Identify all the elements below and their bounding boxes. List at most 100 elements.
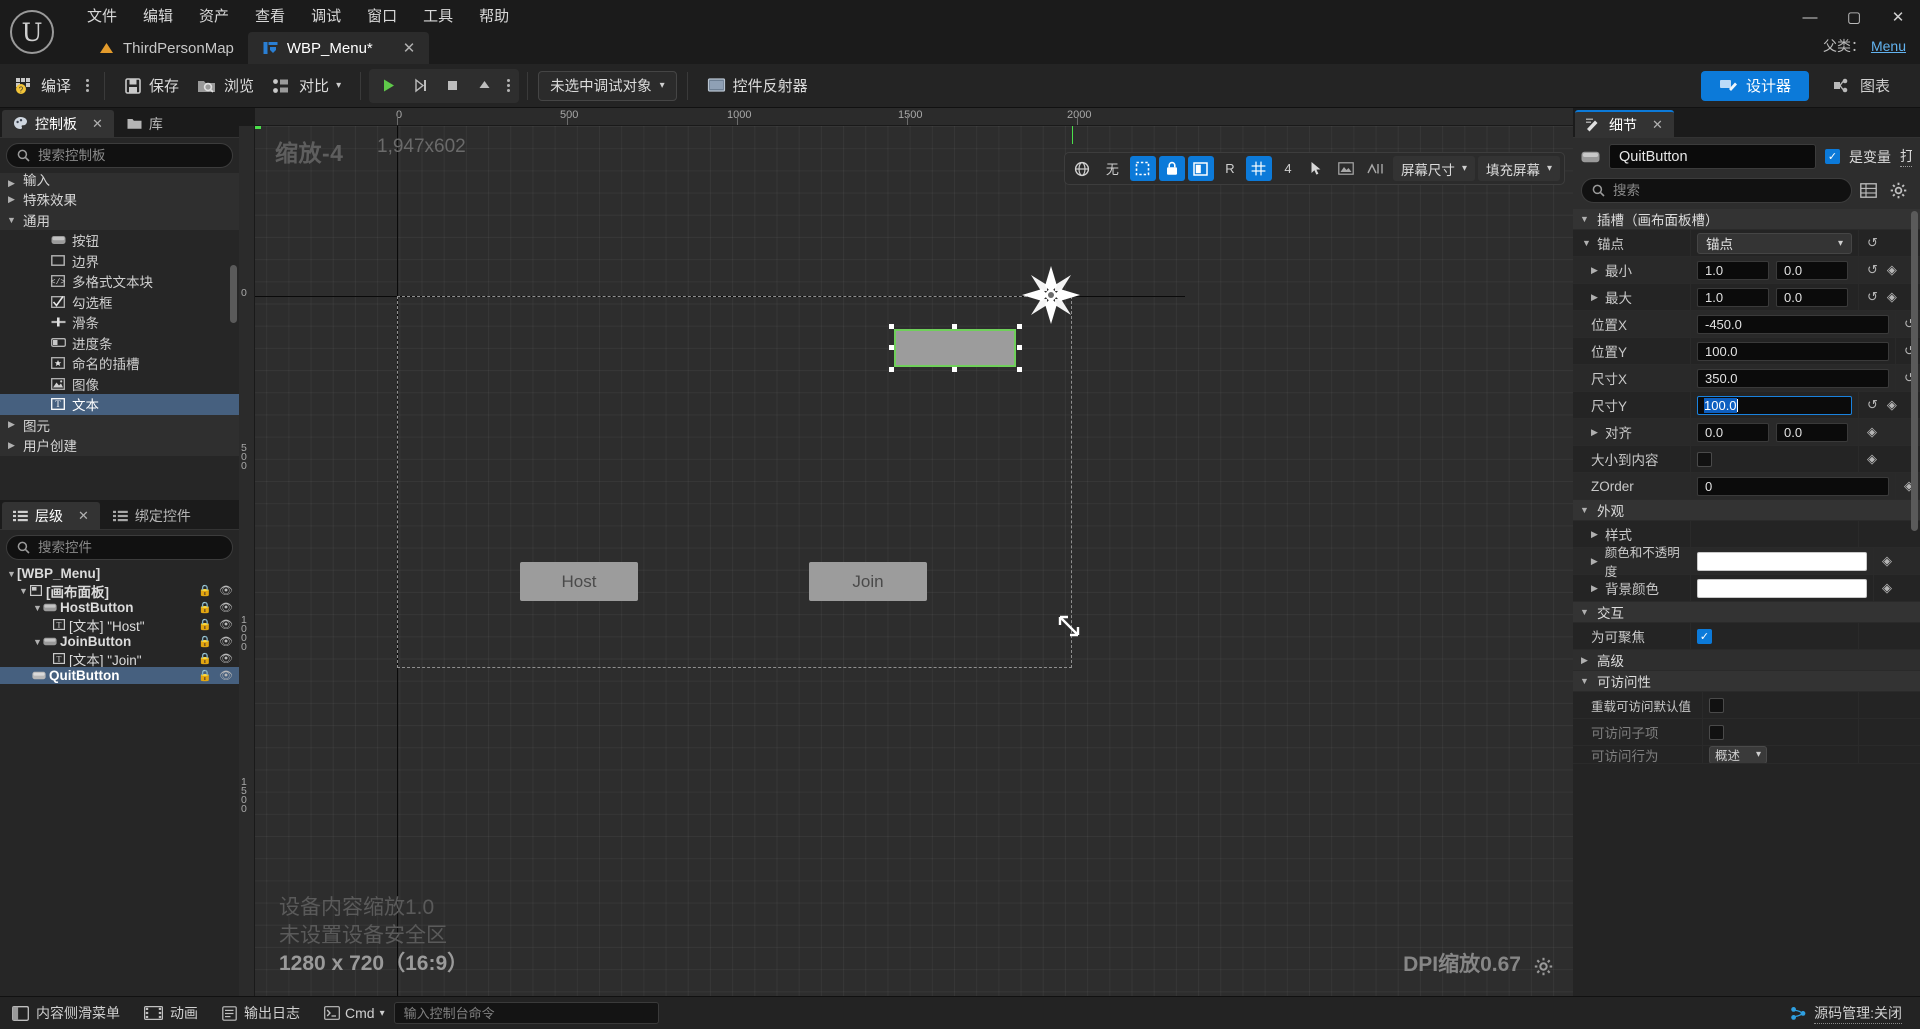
canvas-widget-join-button[interactable]: Join: [809, 562, 927, 601]
graph-mode-button[interactable]: 图表: [1815, 71, 1908, 101]
stop-button[interactable]: [437, 71, 467, 101]
details-section-appearance[interactable]: ▼ 外观: [1573, 500, 1920, 521]
tree-node-join-text[interactable]: T [文本] "Join" 🔒 👁: [0, 650, 239, 668]
bind-icon[interactable]: ◈: [1887, 262, 1897, 278]
menu-item-window[interactable]: 窗口: [354, 2, 410, 29]
browse-button[interactable]: 浏览: [188, 69, 263, 103]
fill-screen-dropdown[interactable]: 填充屏幕 ▾: [1477, 156, 1560, 181]
bind-icon[interactable]: ◈: [1867, 424, 1877, 440]
close-icon[interactable]: ✕: [1652, 117, 1663, 133]
tree-node-wbp-menu[interactable]: ▼ [WBP_Menu]: [0, 565, 239, 582]
palette-search-box[interactable]: [6, 143, 233, 168]
resize-handle-tc[interactable]: [952, 324, 957, 329]
console-command-input[interactable]: [393, 1002, 659, 1024]
minimize-button[interactable]: —: [1788, 0, 1832, 34]
resize-handle-br[interactable]: [1017, 367, 1022, 372]
parent-class-link[interactable]: Menu: [1871, 38, 1906, 54]
table-view-icon[interactable]: [1860, 183, 1882, 198]
palette-item-text[interactable]: T 文本: [0, 394, 239, 415]
resize-handle-tl[interactable]: [889, 324, 894, 329]
grid-snap-value[interactable]: 4: [1275, 156, 1301, 181]
details-search-input[interactable]: [1613, 183, 1841, 198]
palette-category-common[interactable]: ▼ 通用: [0, 209, 239, 230]
tree-node-join-button[interactable]: ▼ JoinButton 🔒 👁: [0, 633, 239, 650]
output-log-button[interactable]: 输出日志: [210, 997, 312, 1029]
document-tab-wbp-menu[interactable]: WBP_Menu* ✕: [247, 32, 430, 64]
eye-icon[interactable]: 👁: [219, 669, 233, 682]
designer-mode-button[interactable]: 设计器: [1700, 70, 1809, 101]
anchor-max-y-input[interactable]: [1776, 287, 1848, 307]
gear-icon[interactable]: [1534, 957, 1553, 976]
details-scrollbar[interactable]: [1911, 211, 1918, 531]
compile-button[interactable]: ? 编译: [6, 69, 80, 103]
play-button[interactable]: [373, 71, 403, 101]
chevron-down-icon[interactable]: ▼: [6, 569, 17, 579]
palette-item-button[interactable]: 按钮: [0, 230, 239, 251]
chevron-down-icon[interactable]: ▼: [18, 586, 29, 596]
compile-options-button[interactable]: [80, 79, 94, 92]
lock-icon[interactable]: 🔒: [198, 652, 212, 665]
anchor-min-y-input[interactable]: [1776, 260, 1848, 280]
position-y-input[interactable]: [1697, 341, 1889, 361]
details-search-box[interactable]: [1581, 178, 1852, 203]
tree-node-quit-button[interactable]: QuitButton 🔒 👁: [0, 667, 239, 684]
eye-icon[interactable]: 👁: [219, 618, 233, 631]
animation-button[interactable]: 动画: [132, 997, 210, 1029]
maximize-button[interactable]: ▢: [1832, 0, 1876, 34]
tree-node-host-button[interactable]: ▼ HostButton 🔒 👁: [0, 599, 239, 616]
palette-scrollbar[interactable]: [230, 265, 237, 323]
palette-item-progress-bar[interactable]: 进度条: [0, 333, 239, 354]
eject-button[interactable]: [469, 71, 499, 101]
diff-button[interactable]: 对比 ▾: [263, 69, 350, 103]
palette-item-rich-text-block[interactable]: </> 多格式文本块: [0, 271, 239, 292]
palette-category-primitive[interactable]: ▶ 图元: [0, 414, 239, 435]
details-section-interaction[interactable]: ▼ 交互: [1573, 602, 1920, 623]
resize-handle-bl[interactable]: [889, 367, 894, 372]
palette-category-input[interactable]: ▶ 输入: [0, 173, 239, 189]
bind-icon[interactable]: ◈: [1882, 580, 1892, 596]
palette-category-user-created[interactable]: ▶ 用户创建: [0, 435, 239, 456]
image-preview-button[interactable]: [1333, 156, 1359, 181]
chevron-right-icon[interactable]: ▶: [1589, 265, 1600, 276]
palette-item-image[interactable]: 图像: [0, 374, 239, 395]
palette-item-checkbox[interactable]: 勾选框: [0, 292, 239, 313]
resize-handle-mr[interactable]: [1017, 345, 1022, 350]
chevron-down-icon[interactable]: ▼: [32, 637, 43, 647]
alignment-y-input[interactable]: [1776, 422, 1848, 442]
chevron-down-icon[interactable]: ▾: [380, 1008, 385, 1019]
details-section-slot[interactable]: ▼ 插槽（画布面板槽）: [1573, 209, 1920, 230]
screen-size-dropdown[interactable]: 屏幕尺寸 ▾: [1392, 156, 1475, 181]
menu-item-edit[interactable]: 编辑: [130, 2, 186, 29]
cursor-tool-button[interactable]: [1304, 156, 1330, 181]
menu-item-assets[interactable]: 资产: [186, 2, 242, 29]
globe-icon-button[interactable]: [1069, 156, 1095, 181]
menu-item-help[interactable]: 帮助: [466, 2, 522, 29]
chevron-down-icon[interactable]: ▼: [1581, 238, 1592, 248]
hierarchy-search-input[interactable]: [38, 540, 222, 555]
chevron-right-icon[interactable]: ▶: [1589, 583, 1600, 594]
eye-icon[interactable]: 👁: [219, 652, 233, 665]
is-focusable-checkbox[interactable]: ✓: [1697, 628, 1712, 644]
tab-bound-widgets[interactable]: 绑定控件: [102, 502, 202, 529]
widget-canvas[interactable]: Host Join 缩放-4 1,947x602 设备内容缩放1.0 未设置设备…: [255, 126, 1573, 996]
tab-hierarchy[interactable]: 层级 ✕: [2, 502, 100, 529]
lock-icon[interactable]: 🔒: [198, 635, 212, 648]
resize-handle-bc[interactable]: [952, 367, 957, 372]
palette-item-slider[interactable]: 滑条: [0, 312, 239, 333]
menu-item-file[interactable]: 文件: [74, 2, 130, 29]
hierarchy-search-box[interactable]: [6, 535, 233, 560]
eye-icon[interactable]: 👁: [219, 601, 233, 614]
open-button-link[interactable]: 打开Button: [1900, 146, 1912, 167]
eye-icon[interactable]: 👁: [219, 635, 233, 648]
reset-icon[interactable]: ↺: [1867, 397, 1878, 413]
menu-item-view[interactable]: 查看: [242, 2, 298, 29]
gear-icon[interactable]: [1890, 182, 1912, 199]
eye-icon[interactable]: 👁: [219, 584, 233, 597]
bind-icon[interactable]: ◈: [1882, 553, 1892, 569]
widget-reflector-button[interactable]: 控件反射器: [698, 69, 817, 103]
widget-name-input[interactable]: [1609, 144, 1816, 169]
lock-icon[interactable]: 🔒: [198, 618, 212, 631]
tab-library[interactable]: 库: [116, 110, 174, 137]
accessible-behavior-dropdown[interactable]: 概述 ▾: [1709, 746, 1767, 763]
anchor-max-x-input[interactable]: [1697, 287, 1769, 307]
